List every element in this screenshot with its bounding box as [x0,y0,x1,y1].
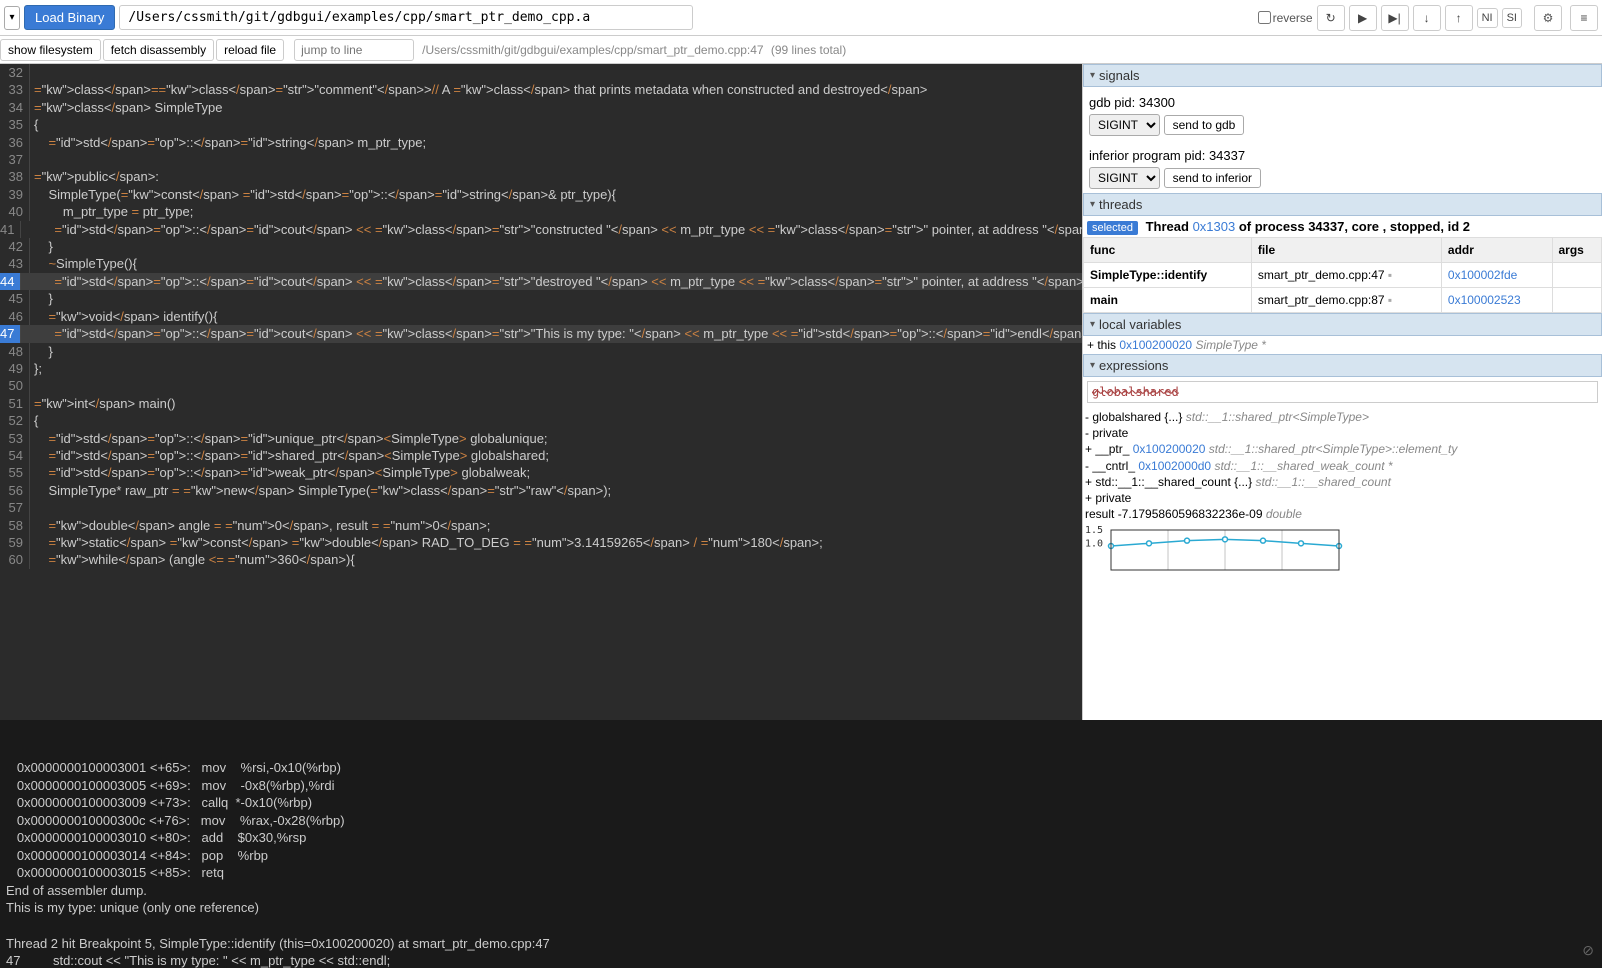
restart-button[interactable]: ↻ [1317,5,1345,31]
localvars-panel-header[interactable]: ▾local variables [1083,313,1602,336]
load-binary-button[interactable]: Load Binary [24,5,115,30]
gdb-console[interactable]: 0x0000000100003001 <+65>: mov %rsi,-0x10… [0,720,1602,968]
code-line[interactable]: 49}; [0,360,1082,377]
gdb-signal-select[interactable]: SIGINT [1089,114,1160,136]
top-toolbar: ▾ Load Binary reverse ↻ ▶ ▶| ↓ ↑ NI SI ⚙… [0,0,1602,36]
inferior-signal-select[interactable]: SIGINT [1089,167,1160,189]
code-line[interactable]: 57 [0,499,1082,516]
code-line[interactable]: 34="kw">class</span> SimpleType [0,99,1082,116]
reverse-checkbox-input[interactable] [1258,11,1271,24]
expressions-panel-header[interactable]: ▾expressions [1083,354,1602,377]
code-line[interactable]: 35{ [0,116,1082,133]
code-line[interactable]: 54 ="id">std</span>="op">::</span>="id">… [0,447,1082,464]
code-line[interactable]: 56 SimpleType* raw_ptr = ="kw">new</span… [0,482,1082,499]
file-toolbar: show filesystem fetch disassembly reload… [0,36,1602,64]
jump-to-line-input[interactable] [294,39,414,61]
code-line[interactable]: 43 ~SimpleType(){ [0,255,1082,272]
result-chart: 1.51.0 [1083,526,1602,574]
localvar-row[interactable]: + this 0x100200020 SimpleType * [1083,336,1602,354]
code-line[interactable]: 52{ [0,412,1082,429]
code-line[interactable]: 36 ="id">std</span>="op">::</span>="id">… [0,134,1082,151]
gdb-pid-label: gdb pid: 34300 [1089,91,1596,114]
caret-down-icon: ▾ [1090,360,1095,371]
step-instruction-button[interactable]: SI [1502,8,1522,28]
settings-gear-icon[interactable]: ⚙ [1534,5,1562,31]
code-line[interactable]: 50 [0,377,1082,394]
source-code-pane: 3233="kw">class</span>=="kw">class</span… [0,64,1082,720]
current-file-path: /Users/cssmith/git/gdbgui/examples/cpp/s… [422,43,846,57]
reverse-checkbox[interactable]: reverse [1258,11,1313,25]
code-line[interactable]: 38="kw">public</span>: [0,168,1082,185]
code-line[interactable]: 33="kw">class</span>=="kw">class</span>=… [0,81,1082,98]
code-line[interactable]: 58 ="kw">double</span> angle = ="num">0<… [0,517,1082,534]
table-row[interactable]: SimpleType::identifysmart_ptr_demo.cpp:4… [1084,263,1602,288]
signals-panel-header[interactable]: ▾signals [1083,64,1602,87]
code-line[interactable]: 47 ="id">std</span>="op">::</span>="id">… [0,325,1082,342]
next-instruction-button[interactable]: NI [1477,8,1498,28]
send-to-inferior-button[interactable]: send to inferior [1164,168,1261,188]
code-line[interactable]: 39 SimpleType(="kw">const</span> ="id">s… [0,186,1082,203]
expression-input[interactable] [1087,381,1598,403]
code-line[interactable]: 42 } [0,238,1082,255]
svg-text:1.0: 1.0 [1085,539,1103,550]
fetch-disassembly-button[interactable]: fetch disassembly [103,39,214,61]
table-row[interactable]: mainsmart_ptr_demo.cpp:87 ▪0x100002523 [1084,288,1602,313]
continue-button[interactable]: ▶ [1349,5,1377,31]
svg-text:1.5: 1.5 [1085,526,1103,536]
code-line[interactable]: 32 [0,64,1082,81]
code-line[interactable]: 51="kw">int</span> main() [0,395,1082,412]
code-line[interactable]: 55 ="id">std</span>="op">::</span>="id">… [0,464,1082,481]
code-line[interactable]: 48 } [0,343,1082,360]
caret-down-icon: ▾ [1090,319,1095,330]
binary-path-input[interactable] [119,5,693,30]
caret-down-icon: ▾ [1090,70,1095,81]
code-line[interactable]: 44 ="id">std</span>="op">::</span>="id">… [0,273,1082,290]
code-line[interactable]: 37 [0,151,1082,168]
reload-file-button[interactable]: reload file [216,39,284,61]
step-out-button[interactable]: ↑ [1445,5,1473,31]
code-line[interactable]: 53 ="id">std</span>="op">::</span>="id">… [0,430,1082,447]
load-dropdown-caret[interactable]: ▾ [4,6,20,30]
threads-table: func file addr args SimpleType::identify… [1083,237,1602,313]
code-line[interactable]: 59 ="kw">static</span> ="kw">const</span… [0,534,1082,551]
send-to-gdb-button[interactable]: send to gdb [1164,115,1245,135]
menu-icon[interactable]: ≡ [1570,5,1598,31]
inferior-pid-label: inferior program pid: 34337 [1089,144,1596,167]
show-filesystem-button[interactable]: show filesystem [0,39,101,61]
right-panels: ▾signals gdb pid: 34300 SIGINT send to g… [1082,64,1602,720]
step-over-button[interactable]: ↓ [1413,5,1441,31]
signals-panel-body: gdb pid: 34300 SIGINT send to gdb inferi… [1083,87,1602,193]
pause-button[interactable]: ▶| [1381,5,1409,31]
code-line[interactable]: 41 ="id">std</span>="op">::</span>="id">… [0,221,1082,238]
threads-panel-header[interactable]: ▾threads [1083,193,1602,216]
thread-selected-row[interactable]: selected Thread 0x1303 of process 34337,… [1083,216,1602,237]
code-line[interactable]: 46 ="kw">void</span> identify(){ [0,308,1082,325]
expression-tree[interactable]: - globalshared {...} std::__1::shared_pt… [1083,407,1602,522]
code-line[interactable]: 40 m_ptr_type = ptr_type; [0,203,1082,220]
code-scroll-area[interactable]: 3233="kw">class</span>=="kw">class</span… [0,64,1082,720]
code-line[interactable]: 45 } [0,290,1082,307]
code-line[interactable]: 60 ="kw">while</span> (angle <= ="num">3… [0,551,1082,568]
blocked-icon: ⊘ [1582,941,1594,960]
caret-down-icon: ▾ [1090,199,1095,210]
